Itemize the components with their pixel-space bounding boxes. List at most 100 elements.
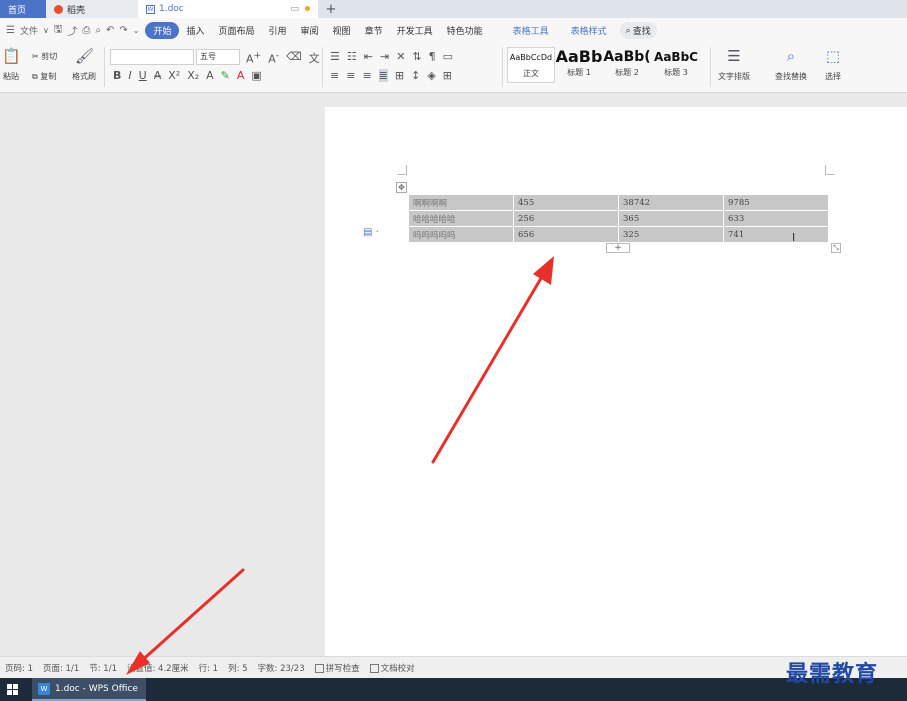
copy-button[interactable]: ⧉ 复制	[32, 71, 56, 82]
font-name-select[interactable]	[110, 49, 194, 65]
find-replace-button[interactable]: ⌕ 查找替换	[775, 47, 807, 82]
numbering-icon[interactable]: ☷	[347, 50, 357, 63]
table-icon[interactable]: ▭	[443, 50, 453, 63]
strikethrough-icon[interactable]: A̶	[154, 69, 162, 82]
monitor-icon[interactable]: ▭	[290, 4, 299, 14]
clear-format-icon[interactable]: ⌫	[286, 50, 302, 66]
grow-font-icon[interactable]: A+	[246, 50, 261, 66]
superscript-icon[interactable]: X²	[168, 69, 180, 82]
font-color-icon[interactable]: A	[237, 69, 245, 82]
shading-icon[interactable]: ◈	[427, 69, 435, 82]
checkbox-icon	[314, 663, 324, 673]
select-button[interactable]: ⬚ 选择	[824, 47, 842, 82]
tab-home[interactable]: 首页	[0, 0, 46, 18]
chinese-layout-icon[interactable]: ✕	[396, 50, 405, 63]
hamburger-icon[interactable]: ☰	[6, 25, 15, 36]
bullets-icon[interactable]: ☰	[330, 50, 340, 63]
cut-button[interactable]: ✂ 剪切	[32, 51, 57, 62]
spell-check-toggle[interactable]: 拼写检查	[310, 662, 365, 674]
status-pages[interactable]: 页面: 1/1	[38, 662, 84, 674]
table-cell[interactable]: 365	[618, 210, 724, 227]
style-heading-1[interactable]: AaBb 标题 1	[555, 47, 603, 83]
menu-file[interactable]: 文件	[20, 24, 38, 37]
sort-icon[interactable]: ⇅	[412, 50, 421, 63]
subscript-icon[interactable]: X₂	[187, 69, 199, 82]
table-cell[interactable]: 9785	[723, 194, 829, 211]
table-row: 啊啊啊啊 455 38742 9785	[408, 194, 829, 211]
menu-table-style[interactable]: 表格样式	[564, 24, 614, 37]
redo-icon[interactable]: ↷	[119, 25, 127, 36]
decrease-indent-icon[interactable]: ⇤	[364, 50, 373, 63]
italic-icon[interactable]: I	[128, 69, 131, 82]
new-tab-button[interactable]: +	[322, 2, 340, 17]
customize-icon[interactable]: ⌄	[133, 26, 140, 35]
menu-section[interactable]: 章节	[358, 24, 390, 37]
table-resize-handle[interactable]: ⤡	[831, 243, 841, 253]
align-justify-icon[interactable]: ≣	[378, 69, 388, 82]
print-icon[interactable]: ⎙	[82, 25, 90, 36]
chevron-down-icon[interactable]: ∨	[43, 26, 49, 35]
menu-view[interactable]: 视图	[326, 24, 358, 37]
windows-start-button[interactable]	[0, 678, 24, 701]
menu-table-tools[interactable]: 表格工具	[506, 24, 556, 37]
borders-icon[interactable]: ⊞	[443, 69, 452, 82]
status-word-count[interactable]: 字数: 23/23	[253, 662, 310, 674]
magnifier-icon: ⌕	[786, 47, 796, 65]
unsaved-dot-icon	[305, 6, 310, 11]
align-right-icon[interactable]: ≡	[362, 69, 371, 82]
text-effect-icon[interactable]: A	[206, 69, 214, 82]
print-preview-icon[interactable]: ⌕	[95, 25, 101, 36]
text-layout-button[interactable]: ☰ 文字排版	[718, 47, 750, 82]
table-cell[interactable]: 455	[513, 194, 619, 211]
paste-button[interactable]: 📋 粘贴	[2, 47, 21, 82]
format-painter-button[interactable]: 🖌 格式刷	[72, 47, 96, 82]
char-border-icon[interactable]: ▣	[251, 69, 261, 82]
doc-proof-button[interactable]: 文档校对	[365, 662, 420, 674]
bold-icon[interactable]: B	[113, 69, 121, 82]
show-marks-icon[interactable]: ¶	[429, 50, 436, 63]
add-row-button[interactable]: +	[606, 243, 630, 253]
tab-daoke[interactable]: 稻壳	[46, 0, 138, 18]
menu-special[interactable]: 特色功能	[440, 24, 490, 37]
document-area[interactable]: ✥ ▤ · 啊啊啊啊 455 38742 9785 哈哈哈哈哈 256 365 …	[0, 93, 907, 656]
style-normal[interactable]: AaBbCcDd 正文	[507, 47, 555, 83]
document-page[interactable]: ✥ ▤ · 啊啊啊啊 455 38742 9785 哈哈哈哈哈 256 365 …	[325, 107, 907, 656]
pinyin-icon[interactable]: 文	[309, 50, 320, 66]
shrink-font-icon[interactable]: A-	[268, 50, 279, 66]
menu-review[interactable]: 审阅	[294, 24, 326, 37]
save-icon[interactable]: 🖫	[54, 22, 63, 39]
table-cell[interactable]: 325	[618, 226, 724, 243]
menu-reference[interactable]: 引用	[262, 24, 294, 37]
menu-page-layout[interactable]: 页面布局	[212, 24, 262, 37]
tab-document[interactable]: W 1.doc ▭	[138, 0, 318, 18]
line-spacing-icon[interactable]: ↕	[411, 69, 420, 82]
align-center-icon[interactable]: ≡	[346, 69, 355, 82]
menu-insert[interactable]: 插入	[179, 24, 211, 37]
table-cell[interactable]: 741	[723, 226, 829, 243]
increase-indent-icon[interactable]: ⇥	[380, 50, 389, 63]
menu-developer[interactable]: 开发工具	[390, 24, 440, 37]
paragraph-menu-icon[interactable]: ▤ ·	[363, 227, 379, 238]
style-heading-2[interactable]: AaBb( 标题 2	[603, 47, 651, 83]
table-move-handle[interactable]: ✥	[396, 182, 407, 193]
export-icon[interactable]: ⤴	[67, 23, 77, 38]
table-cell[interactable]: 633	[723, 210, 829, 227]
table-cell[interactable]: 吗吗吗吗吗	[408, 226, 514, 243]
distribute-icon[interactable]: ⊞	[395, 69, 404, 82]
search-box[interactable]: ⌕ 查找	[619, 22, 657, 39]
underline-icon[interactable]: U	[139, 69, 147, 82]
table-cell[interactable]: 38742	[618, 194, 724, 211]
undo-icon[interactable]: ↶	[106, 25, 114, 36]
table-cell[interactable]: 656	[513, 226, 619, 243]
table-cell[interactable]: 哈哈哈哈哈	[408, 210, 514, 227]
table-cell[interactable]: 256	[513, 210, 619, 227]
align-left-icon[interactable]: ≡	[330, 69, 339, 82]
highlight-icon[interactable]: ✎	[221, 69, 230, 82]
font-size-select[interactable]: 五号	[196, 49, 240, 65]
taskbar-wps-item[interactable]: W 1.doc - WPS Office	[32, 678, 146, 701]
data-table[interactable]: 啊啊啊啊 455 38742 9785 哈哈哈哈哈 256 365 633 吗吗…	[408, 194, 829, 243]
menu-start[interactable]: 开始	[145, 22, 180, 39]
style-heading-3[interactable]: AaBbC 标题 3	[652, 47, 700, 83]
table-cell[interactable]: 啊啊啊啊	[408, 194, 514, 211]
status-bar: 页码: 1 页面: 1/1 节: 1/1 设置值: 4.2厘米 行: 1 列: …	[0, 656, 907, 678]
